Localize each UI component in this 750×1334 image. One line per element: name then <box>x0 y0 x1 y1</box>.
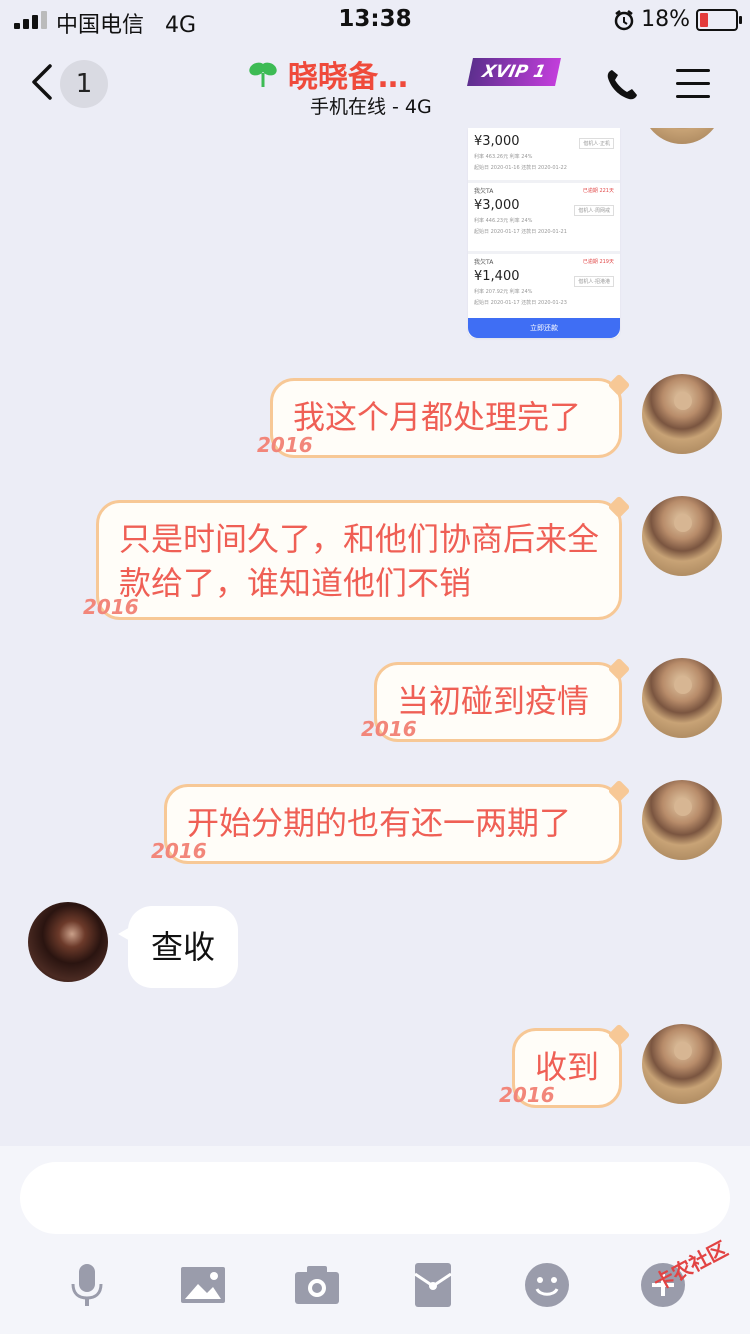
message-text: 开始分期的也有还一两期了 <box>187 804 572 842</box>
red-packet-icon[interactable] <box>410 1262 456 1308</box>
repay-button: 立即还款 <box>468 318 620 338</box>
phone-icon[interactable] <box>604 67 640 103</box>
emoji-icon[interactable] <box>524 1262 570 1308</box>
avatar-self[interactable] <box>642 1024 722 1104</box>
unread-count-badge[interactable]: 1 <box>60 60 108 108</box>
message-input[interactable] <box>20 1162 730 1234</box>
message-bubble-incoming[interactable]: 查收 <box>118 906 238 988</box>
message-bubble[interactable]: 只是时间久了，和他们协商后来全款给了，谁知道他们不销 2016 <box>83 495 631 620</box>
loan-card: 我欠TA 已逾期 221天 ¥3,000 借机人·周网戒 利率 446.23元 … <box>468 183 620 254</box>
sprout-icon <box>249 62 277 87</box>
contact-title[interactable]: 晓晓备… <box>248 52 408 96</box>
bubble-decoration: 2016 <box>83 595 139 619</box>
menu-icon[interactable] <box>676 69 710 99</box>
avatar-self[interactable] <box>642 658 722 738</box>
avatar-contact[interactable] <box>28 902 108 982</box>
toolbar <box>0 1262 750 1322</box>
message-bubble[interactable]: 收到 2016 <box>499 1023 631 1108</box>
online-status: 手机在线 - 4G <box>310 96 432 118</box>
status-bar: 中国电信 4G 13:38 18% <box>0 0 750 40</box>
battery-percent: 18% <box>641 7 690 32</box>
loan-card: ¥3,000 借机人·正机 利率 463.26元 利率 24% 起始日 2020… <box>468 128 620 183</box>
microphone-icon[interactable] <box>64 1262 110 1308</box>
avatar-self[interactable] <box>642 496 722 576</box>
message-text: 当初碰到疫情 <box>397 682 590 720</box>
message-bubble[interactable]: 当初碰到疫情 2016 <box>361 657 631 742</box>
battery-icon <box>696 8 742 31</box>
bubble-decoration: 2016 <box>499 1083 555 1107</box>
input-bar <box>0 1146 750 1334</box>
chat-area[interactable]: ¥3,000 借机人·正机 利率 463.26元 利率 24% 起始日 2020… <box>0 128 750 1146</box>
message-text: 我这个月都处理完了 <box>293 398 582 436</box>
message-text: 只是时间久了，和他们协商后来全款给了，谁知道他们不销 <box>119 520 600 602</box>
vip-badge[interactable]: XVIP 1 <box>467 58 561 86</box>
bubble-decoration: 2016 <box>151 839 207 863</box>
avatar-self[interactable] <box>642 128 722 144</box>
avatar-self[interactable] <box>642 374 722 454</box>
message-bubble[interactable]: 开始分期的也有还一两期了 2016 <box>151 779 631 864</box>
shared-image[interactable]: ¥3,000 借机人·正机 利率 463.26元 利率 24% 起始日 2020… <box>468 128 620 338</box>
avatar-self[interactable] <box>642 780 722 860</box>
contact-name: 晓晓备… <box>288 60 408 95</box>
camera-icon[interactable] <box>294 1262 340 1308</box>
chat-header: 1 晓晓备… XVIP 1 手机在线 - 4G <box>0 40 750 128</box>
bubble-decoration: 2016 <box>361 717 417 741</box>
chevron-left-icon <box>32 64 52 100</box>
message-bubble[interactable]: 我这个月都处理完了 2016 <box>257 373 631 458</box>
back-button[interactable] <box>30 62 54 109</box>
loan-card: 我欠TA 已逾期 219天 ¥1,400 借机人·招港港 利率 207.92元 … <box>468 254 620 325</box>
bubble-decoration: 2016 <box>257 433 313 457</box>
message-text: 查收 <box>150 928 215 966</box>
image-icon[interactable] <box>180 1262 226 1308</box>
alarm-icon <box>614 9 634 30</box>
